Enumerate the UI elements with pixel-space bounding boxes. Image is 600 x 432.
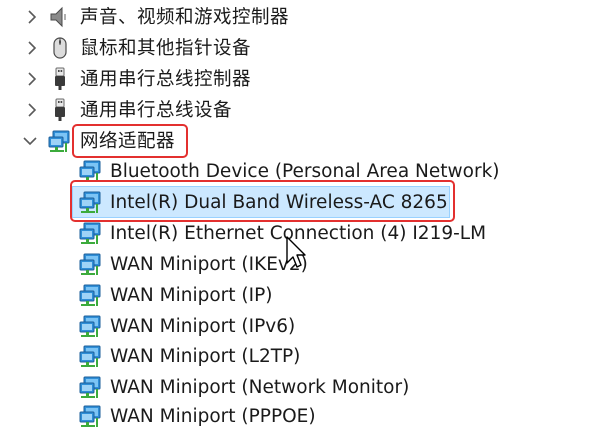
network-adapter-icon	[78, 283, 102, 307]
tree-item-label: WAN Miniport (L2TP)	[110, 346, 301, 367]
tree-item-label: WAN Miniport (IP)	[110, 285, 273, 306]
network-adapter-icon	[78, 375, 102, 399]
network-adapter-icon	[78, 314, 102, 338]
chevron-right-icon[interactable]	[22, 7, 42, 27]
tree-item-label: 通用串行总线设备	[80, 100, 233, 121]
tree-item-label: 声音、视频和游戏控制器	[80, 7, 290, 28]
tree-item-adapter[interactable]: WAN Miniport (PPPOE)	[0, 401, 600, 432]
tree-item-usb-devices[interactable]: 通用串行总线设备	[0, 95, 600, 126]
tree-item-adapter[interactable]: WAN Miniport (IPv6)	[0, 311, 600, 342]
tree-item-label: WAN Miniport (IKEv2)	[110, 254, 308, 275]
mouse-icon	[48, 36, 72, 60]
chevron-right-icon[interactable]	[22, 69, 42, 89]
tree-item-usb-controllers[interactable]: 通用串行总线控制器	[0, 64, 600, 95]
tree-item-label: WAN Miniport (IPv6)	[110, 316, 296, 337]
network-adapter-icon	[78, 344, 102, 368]
tree-item-label: WAN Miniport (PPPOE)	[110, 406, 316, 427]
chevron-right-icon[interactable]	[22, 100, 42, 120]
tree-item-mice-pointing-devices[interactable]: 鼠标和其他指针设备	[0, 33, 600, 64]
chevron-down-icon[interactable]	[20, 131, 40, 151]
tree-item-label: 通用串行总线控制器	[80, 69, 252, 90]
network-adapter-icon	[78, 252, 102, 276]
annotation-highlight-box	[70, 180, 455, 222]
mouse-cursor-icon	[286, 236, 306, 268]
speaker-icon	[48, 5, 72, 29]
network-adapter-icon	[47, 129, 71, 153]
annotation-highlight-box	[72, 124, 188, 158]
network-adapter-icon	[78, 221, 102, 245]
tree-item-label: 鼠标和其他指针设备	[80, 38, 252, 59]
device-tree: 声音、视频和游戏控制器 鼠标和其他指针设备 通用串行总线控制器 通用串行总线设备…	[0, 0, 600, 431]
usb-icon	[48, 98, 72, 122]
tree-item-label: WAN Miniport (Network Monitor)	[110, 377, 410, 398]
tree-item-adapter[interactable]: WAN Miniport (Network Monitor)	[0, 372, 600, 403]
chevron-right-icon[interactable]	[22, 38, 42, 58]
network-adapter-icon	[78, 404, 102, 428]
tree-item-adapter[interactable]: WAN Miniport (IP)	[0, 280, 600, 311]
tree-item-adapter[interactable]: WAN Miniport (L2TP)	[0, 341, 600, 372]
usb-icon	[48, 67, 72, 91]
tree-item-sound-video-game-controllers[interactable]: 声音、视频和游戏控制器	[0, 2, 600, 33]
